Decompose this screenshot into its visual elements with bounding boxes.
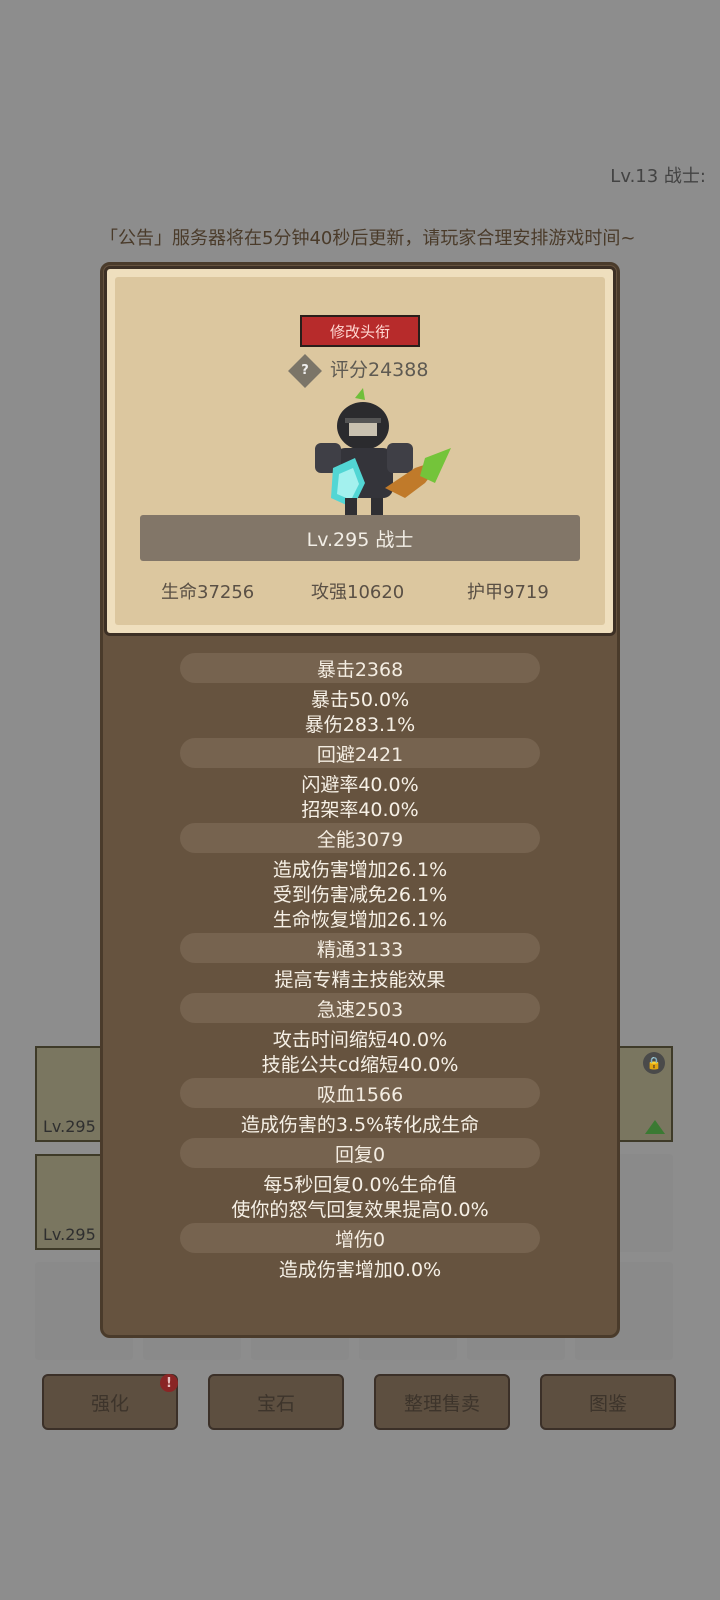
equipment-level: Lv.295 <box>43 1225 96 1244</box>
armor-stat: 护甲9719 <box>467 582 549 603</box>
stat-detail: 每5秒回复0.0%生命值 <box>263 1174 457 1196</box>
server-notice: 「公告」服务器将在5分钟40秒后更新，请玩家合理安排游戏时间~ <box>100 228 636 249</box>
stat-header-versatility: 全能3079 <box>180 823 540 853</box>
upgrade-arrow-icon <box>645 1120 665 1134</box>
attack-stat: 攻强10620 <box>311 582 405 603</box>
strengthen-button[interactable]: 强化 ! <box>42 1374 178 1430</box>
stat-detail: 生命恢复增加26.1% <box>272 909 448 931</box>
sort-sell-button[interactable]: 整理售卖 <box>374 1374 510 1430</box>
stat-header-crit: 暴击2368 <box>180 653 540 683</box>
stat-detail: 技能公共cd缩短40.0% <box>261 1054 459 1076</box>
strengthen-label: 强化 <box>90 1392 129 1415</box>
stat-header-regen: 回复0 <box>180 1138 540 1168</box>
stat-detail: 造成伤害增加0.0% <box>278 1259 442 1281</box>
stat-detail: 受到伤害减免26.1% <box>272 884 448 906</box>
stat-header-lifesteal: 吸血1566 <box>180 1078 540 1108</box>
gem-label: 宝石 <box>256 1392 295 1415</box>
level-class-bar: Lv.295 战士 <box>140 515 580 561</box>
alert-badge-icon: ! <box>160 1374 178 1392</box>
rename-title-button[interactable]: 修改头衔 <box>300 315 420 347</box>
hp-stat: 生命37256 <box>161 582 255 603</box>
stat-detail: 暴击50.0% <box>310 689 410 711</box>
equipment-level: Lv.295 <box>43 1117 96 1136</box>
stat-detail: 造成伤害的3.5%转化成生命 <box>240 1114 480 1136</box>
gem-button[interactable]: 宝石 <box>208 1374 344 1430</box>
stat-detail: 攻击时间缩短40.0% <box>272 1029 448 1051</box>
lock-icon: 🔒 <box>643 1052 665 1074</box>
stat-header-dodge: 回避2421 <box>180 738 540 768</box>
stat-detail: 暴伤283.1% <box>304 714 416 736</box>
stat-detail: 使你的怒气回复效果提高0.0% <box>231 1199 489 1221</box>
sort-sell-label: 整理售卖 <box>403 1392 480 1415</box>
stat-detail: 闪避率40.0% <box>301 774 419 796</box>
stat-header-damage-bonus: 增伤0 <box>180 1223 540 1253</box>
stat-detail: 提高专精主技能效果 <box>274 969 446 991</box>
help-icon[interactable]: ? <box>288 354 322 388</box>
stat-header-haste: 急速2503 <box>180 993 540 1023</box>
codex-button[interactable]: 图鉴 <box>540 1374 676 1430</box>
warrior-character-sprite <box>315 388 451 518</box>
stat-detail: 招架率40.0% <box>301 799 419 821</box>
score-label: 评分24388 <box>330 359 429 381</box>
stat-detail: 造成伤害增加26.1% <box>272 859 448 881</box>
player-level-label: Lv.13 战士: <box>610 166 706 187</box>
codex-label: 图鉴 <box>588 1392 627 1415</box>
stat-header-mastery: 精通3133 <box>180 933 540 963</box>
